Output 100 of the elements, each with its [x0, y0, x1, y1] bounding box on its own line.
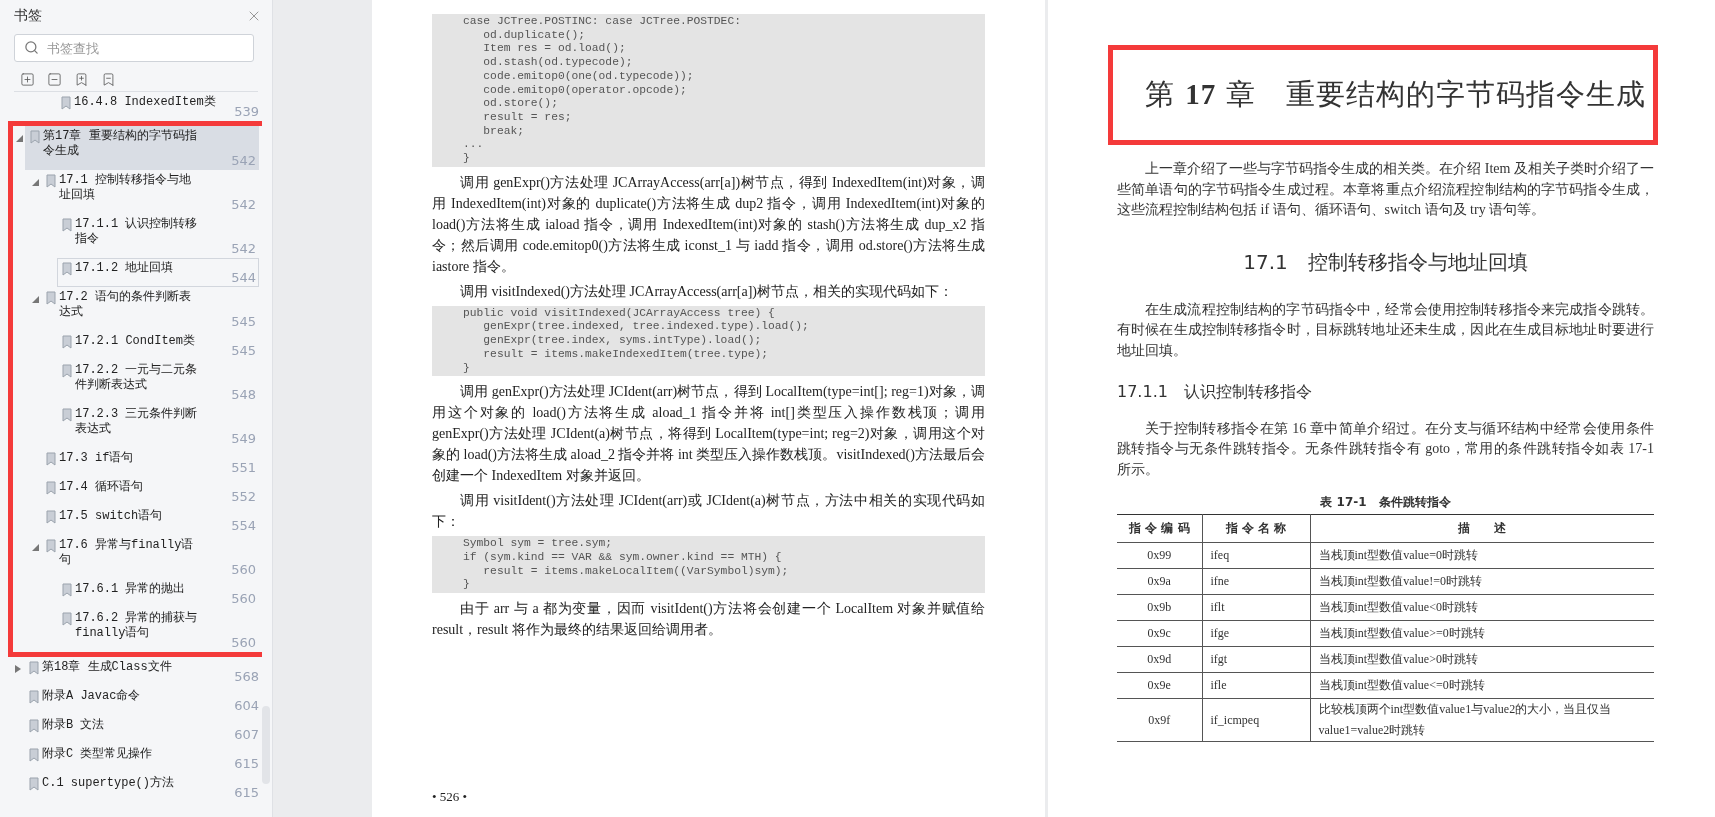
expanded-triangle-icon[interactable] — [31, 178, 39, 186]
bookmark-item[interactable]: 17.2.1 CondItem类 545 — [57, 331, 259, 360]
bookmark-icon — [62, 262, 72, 276]
bookmark-label: 17.4 循环语句 — [59, 480, 144, 496]
bookmark-item[interactable]: 16.4.8 IndexedItem类 539 — [56, 92, 262, 121]
page-number: 615 — [233, 785, 259, 801]
code-block: Symbol sym = tree.sym; if (sym.kind == VAR && sym.owner.kind == MTH) { result = items.makeLocalItem((VarSymbol)sym); } — [432, 536, 985, 594]
table-caption: 表 17-1 条件跳转指令 — [1319, 494, 1452, 512]
page-number: 544 — [230, 270, 256, 286]
chapter-title: 第 17 章 重要结构的字节码指令生成 — [1145, 76, 1647, 113]
bookmark-item[interactable]: 17.3 if语句 551 — [41, 448, 259, 477]
table-cell: ifeq — [1202, 542, 1310, 569]
table-cell: ifgt — [1202, 646, 1310, 673]
bookmark-icon — [30, 130, 40, 144]
table-cell: if_icmpeq — [1202, 698, 1310, 742]
bookmark-item[interactable]: 第17章 重要结构的字节码指令生成 542 — [25, 126, 259, 170]
expanded-triangle-icon[interactable] — [15, 134, 23, 142]
bookmark-item[interactable]: 17.2.3 三元条件判断表达式 549 — [57, 404, 259, 448]
bookmark-icon — [61, 96, 71, 110]
bookmark-item[interactable]: 17.1.2 地址回填 544 — [57, 258, 259, 287]
page-number: 568 — [233, 669, 259, 685]
bookmark-icon — [29, 777, 39, 791]
bookmark-item[interactable]: 17.6.2 异常的捕获与finally语句 560 — [57, 608, 259, 652]
table-cell: 0x9d — [1117, 646, 1202, 673]
bookmark-item[interactable]: 附录A Javac命令 604 — [24, 686, 262, 715]
bookmark-label: 第17章 重要结构的字节码指令生成 — [43, 129, 198, 160]
bookmark-label: 17.2.3 三元条件判断表达式 — [75, 407, 199, 438]
bookmark-icon — [46, 539, 56, 553]
bookmark-icon — [29, 690, 39, 704]
bookmark-item[interactable]: 17.2 语句的条件判断表达式 545 — [41, 287, 259, 331]
bookmark-label: 17.2.1 CondItem类 — [75, 334, 197, 350]
table-cell: 比较栈顶两个int型数值value1与value2的大小，当且仅当value1=value2时跳转 — [1310, 698, 1654, 742]
table-cell: 0x9b — [1117, 594, 1202, 621]
table-cell: 当栈顶int型数值value=0时跳转 — [1310, 542, 1654, 569]
page-number: 539 — [233, 104, 259, 120]
search-icon — [24, 40, 39, 55]
bookmark-label: 17.1.2 地址回填 — [75, 261, 175, 277]
page-number: 560 — [230, 635, 256, 651]
table-cell: 0x99 — [1117, 542, 1202, 569]
expand-all-button[interactable] — [20, 72, 35, 87]
bookmark-item[interactable]: 17.6.1 异常的抛出 560 — [57, 579, 259, 608]
code-block: case JCTree.POSTINC: case JCTree.POSTDEC: od.duplicate(); Item res = od.load(); od.stash(od.typecode); code.emitop0(one(od.typecode)); code.emitop0(operator.opcode); od.store(); result = res; break; ... } — [432, 14, 985, 167]
bookmark-item[interactable]: 17.4 循环语句 552 — [41, 477, 259, 506]
bookmark-item[interactable]: 17.6 异常与finally语句 560 — [41, 535, 259, 579]
collapse-all-button[interactable] — [47, 72, 62, 87]
column-header: 指 令 编 码 — [1117, 514, 1202, 543]
bookmark-label: 17.6 异常与finally语句 — [59, 538, 195, 569]
table-cell: 0x9a — [1117, 568, 1202, 595]
bookmark-label: 17.1.1 认识控制转移指令 — [75, 217, 199, 248]
bookmark-icon — [29, 661, 39, 675]
page-number: 607 — [233, 727, 259, 743]
bookmark-label: 17.6.2 异常的捕获与finally语句 — [75, 611, 199, 642]
bookmark-item[interactable]: 第18章 生成Class文件 568 — [24, 657, 262, 686]
page-number: 542 — [230, 241, 256, 257]
remove-bookmark-button[interactable] — [101, 72, 116, 87]
table-cell: 当栈顶int型数值value>0时跳转 — [1310, 646, 1654, 673]
bookmark-icon — [46, 174, 56, 188]
collapsed-triangle-icon[interactable] — [15, 665, 21, 673]
bookmark-label: 17.3 if语句 — [59, 451, 135, 467]
bookmark-icon — [46, 481, 56, 495]
bookmark-icon — [62, 612, 72, 626]
paragraph: 调用 genExpr()方法处理 JCIdent(arr)树节点，得到 LocalItem(type=int[]; reg=1)对象，调用这个对象的 load()方法将生成 aload_1 指令并将 int[]类型压入操作数栈顶；调用 genExpr()方法处理 JCIdent(a)树节点，将得到 LocalItem(type=int; reg=2)对象，调用这个对象的 load()方法将生成 aload_2 指令并将 int 类型压入操作数栈顶。visitIndexed()方法最后会创建一个 IndexedItem 对象并返回。 — [432, 383, 985, 486]
table-cell: 0x9e — [1117, 672, 1202, 699]
page-number: 604 — [233, 698, 259, 714]
bookmark-label: 附录A Javac命令 — [42, 689, 142, 705]
expanded-triangle-icon[interactable] — [31, 295, 39, 303]
table-cell: 当栈顶int型数值value!=0时跳转 — [1310, 568, 1654, 595]
search-field[interactable]: 书签查找 — [14, 34, 254, 62]
bookmark-icon — [62, 583, 72, 597]
add-bookmark-button[interactable] — [74, 72, 89, 87]
bookmark-item[interactable]: 17.1 控制转移指令与地址回填 542 — [41, 170, 259, 214]
bookmark-label: 17.2 语句的条件判断表达式 — [59, 290, 192, 321]
table-cell: ifne — [1202, 568, 1310, 595]
paragraph: 调用 visitIndexed()方法处理 JCArrayAccess(arr[a])树节点，相关的实现代码如下： — [459, 282, 954, 301]
bookmark-item[interactable]: C.1 supertype()方法 615 — [24, 773, 262, 802]
page-number: 560 — [230, 591, 256, 607]
paragraph: 由于 arr 与 a 都为变量，因而 visitIdent()方法将会创建一个 LocalItem 对象并赋值给 result，result 将作为最终的结果返回给调用者。 — [432, 600, 985, 640]
page-number: 542 — [230, 197, 256, 213]
bookmark-icon — [62, 335, 72, 349]
table-cell: 当栈顶int型数值value>=0时跳转 — [1310, 620, 1654, 647]
bookmark-item[interactable]: 附录C 类型常见操作 615 — [24, 744, 262, 773]
table-cell: iflt — [1202, 594, 1310, 621]
bookmark-label: C.1 supertype()方法 — [42, 776, 176, 792]
bookmark-label: 17.5 switch语句 — [59, 509, 164, 525]
bookmark-label: 17.1 控制转移指令与地址回填 — [59, 173, 192, 204]
bookmark-label: 附录C 类型常见操作 — [42, 747, 154, 763]
table-cell: 当栈顶int型数值value<0时跳转 — [1310, 594, 1654, 621]
page-number: 548 — [230, 387, 256, 403]
expanded-triangle-icon[interactable] — [31, 543, 39, 551]
bookmark-item[interactable]: 附录B 文法 607 — [24, 715, 262, 744]
page-number: 549 — [230, 431, 256, 447]
bookmark-item[interactable]: 17.2.2 一元与二元条件判断表达式 548 — [57, 360, 259, 404]
bookmark-item[interactable]: 17.5 switch语句 554 — [41, 506, 259, 535]
bookmark-item[interactable]: 17.1.1 认识控制转移指令 542 — [57, 214, 259, 258]
bookmark-icon — [29, 719, 39, 733]
code-block: public void visitIndexed(JCArrayAccess tree) { genExpr(tree.indexed, tree.indexed.type).load(); genExpr(tree.index, syms.intType).load(); result = items.makeIndexedItem(tree.type); } — [432, 305, 985, 377]
bookmark-label: 附录B 文法 — [42, 718, 106, 734]
subsection-heading: 17.1.1 认识控制转移指令 — [1117, 381, 1313, 403]
page-number: 560 — [230, 562, 256, 578]
bookmark-icon — [46, 510, 56, 524]
